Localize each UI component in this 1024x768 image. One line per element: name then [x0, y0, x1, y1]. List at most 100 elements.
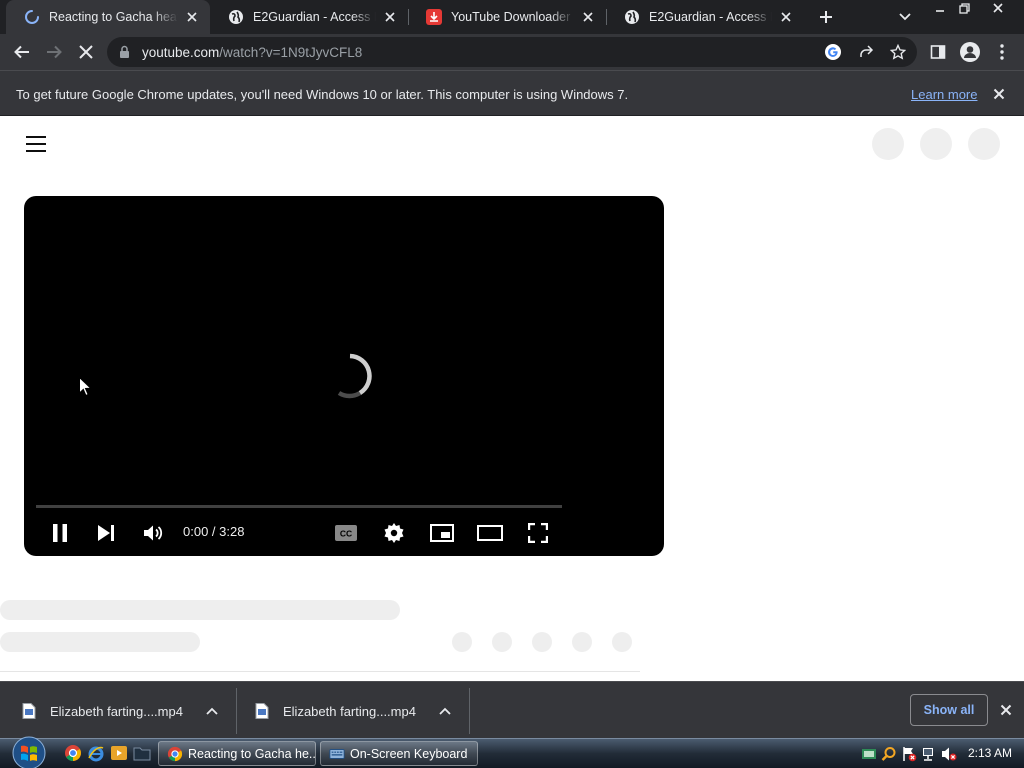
tab-e2guardian-2[interactable]: E2Guardian - Access Deni — [606, 0, 804, 34]
learn-more-link[interactable]: Learn more — [911, 87, 977, 102]
internet-explorer-icon[interactable] — [87, 744, 105, 762]
tab-youtube-downloader[interactable]: YouTube Downloader - Do — [408, 0, 606, 34]
close-icon[interactable] — [778, 9, 794, 25]
folder-icon[interactable] — [133, 744, 151, 762]
share-icon[interactable] — [856, 42, 876, 62]
chrome-icon — [167, 746, 183, 761]
miniplayer-icon[interactable] — [427, 518, 457, 548]
forward-button[interactable] — [40, 38, 68, 66]
tab-search-button[interactable] — [893, 5, 917, 29]
google-lens-icon[interactable] — [823, 42, 843, 62]
action-skeleton — [492, 632, 512, 652]
chrome-icon[interactable] — [64, 744, 82, 762]
restore-button[interactable] — [952, 0, 976, 16]
action-skeleton — [612, 632, 632, 652]
keyboard-icon — [329, 748, 345, 759]
theater-mode-icon[interactable] — [475, 518, 505, 548]
tab-title: E2Guardian - Access Deni — [253, 10, 376, 24]
close-icon[interactable] — [184, 9, 200, 25]
chevron-up-icon[interactable] — [437, 703, 453, 719]
pause-button[interactable] — [45, 518, 75, 548]
loading-spinner-icon — [337, 353, 372, 399]
minimize-button[interactable] — [928, 0, 952, 16]
download-separator — [236, 688, 237, 734]
update-infobar: To get future Google Chrome updates, you… — [0, 70, 1024, 116]
download-item[interactable]: Elizabeth farting....mp4 — [22, 688, 232, 734]
volume-icon[interactable] — [138, 518, 168, 548]
video-player[interactable]: 0:00 / 3:28 CC — [24, 196, 664, 556]
tab-strip: Reacting to Gacha heat is E2Guardian - A… — [0, 0, 1024, 34]
search-icon[interactable] — [881, 746, 897, 762]
back-button[interactable] — [8, 38, 36, 66]
tab-title: YouTube Downloader - Do — [451, 10, 574, 24]
youtube-page: 0:00 / 3:28 CC — [0, 116, 1024, 681]
new-tab-button[interactable] — [814, 5, 838, 29]
action-skeleton — [452, 632, 472, 652]
header-placeholder-circle — [920, 128, 952, 160]
chevron-up-icon[interactable] — [204, 703, 220, 719]
network-icon[interactable] — [921, 746, 937, 762]
download-filename: Elizabeth farting....mp4 — [283, 703, 416, 719]
window-close-button[interactable] — [986, 0, 1010, 16]
header-placeholder-circle — [872, 128, 904, 160]
taskbar-app-chrome[interactable]: Reacting to Gacha he... — [158, 741, 316, 766]
globe-icon — [228, 9, 244, 25]
divider — [0, 671, 640, 672]
title-skeleton — [0, 600, 400, 620]
side-panel-icon[interactable] — [924, 38, 952, 66]
globe-icon — [624, 9, 640, 25]
volume-muted-icon[interactable] — [941, 746, 957, 762]
settings-gear-icon[interactable] — [379, 518, 409, 548]
tab-title: E2Guardian - Access Deni — [649, 10, 772, 24]
next-button[interactable] — [91, 518, 121, 548]
download-icon — [426, 9, 442, 25]
action-skeleton — [532, 632, 552, 652]
taskbar-app-keyboard[interactable]: On-Screen Keyboard — [320, 741, 478, 766]
action-skeleton — [572, 632, 592, 652]
tab-e2guardian-1[interactable]: E2Guardian - Access Deni — [210, 0, 408, 34]
tab-reacting-gacha[interactable]: Reacting to Gacha heat is — [6, 0, 210, 34]
media-player-icon[interactable] — [110, 744, 128, 762]
network-monitor-icon[interactable] — [861, 746, 877, 762]
video-progress-bar[interactable] — [36, 505, 562, 508]
download-shelf: Elizabeth farting....mp4 Elizabeth farti… — [0, 681, 1024, 738]
download-separator — [469, 688, 470, 734]
stop-button[interactable] — [72, 38, 100, 66]
menu-icon[interactable] — [26, 136, 46, 152]
start-orb-icon[interactable] — [9, 735, 49, 768]
fullscreen-icon[interactable] — [523, 518, 553, 548]
tab-title: Reacting to Gacha heat is — [49, 10, 178, 24]
close-icon[interactable] — [580, 9, 596, 25]
taskbar-app-label: On-Screen Keyboard — [350, 746, 468, 761]
show-all-button[interactable]: Show all — [910, 694, 988, 726]
mouse-cursor-icon — [79, 377, 91, 396]
system-tray: 2:13 AM — [858, 739, 1024, 768]
action-center-flag-icon[interactable] — [901, 746, 917, 762]
captions-icon[interactable]: CC — [331, 518, 361, 548]
channel-skeleton — [0, 632, 200, 652]
taskbar-app-label: Reacting to Gacha he... — [188, 746, 316, 761]
clock[interactable]: 2:13 AM — [968, 746, 1012, 760]
file-icon — [22, 703, 36, 719]
menu-kebab-icon[interactable] — [988, 38, 1016, 66]
url-host: youtube.com — [142, 45, 220, 60]
file-icon — [255, 703, 269, 719]
browser-toolbar: youtube.com/watch?v=1N9tJyvCFL8 — [0, 34, 1024, 70]
infobar-close-icon[interactable] — [991, 86, 1007, 102]
profile-avatar-icon[interactable] — [956, 38, 984, 66]
windows-taskbar: Reacting to Gacha he... On-Screen Keyboa… — [0, 735, 1024, 768]
url-path: /watch?v=1N9tJyvCFL8 — [219, 45, 363, 60]
header-placeholder-circle — [968, 128, 1000, 160]
lock-icon[interactable] — [119, 45, 130, 64]
download-item[interactable]: Elizabeth farting....mp4 — [255, 688, 465, 734]
close-icon[interactable] — [382, 9, 398, 25]
close-icon[interactable] — [998, 702, 1014, 718]
star-icon[interactable] — [888, 42, 908, 62]
infobar-message: To get future Google Chrome updates, you… — [16, 87, 629, 102]
url-text[interactable]: youtube.com/watch?v=1N9tJyvCFL8 — [142, 45, 362, 60]
video-time: 0:00 / 3:28 — [183, 524, 245, 539]
loading-spinner-icon — [24, 9, 40, 25]
address-bar[interactable]: youtube.com/watch?v=1N9tJyvCFL8 — [107, 37, 917, 67]
svg-text:CC: CC — [340, 529, 352, 539]
download-filename: Elizabeth farting....mp4 — [50, 703, 183, 719]
